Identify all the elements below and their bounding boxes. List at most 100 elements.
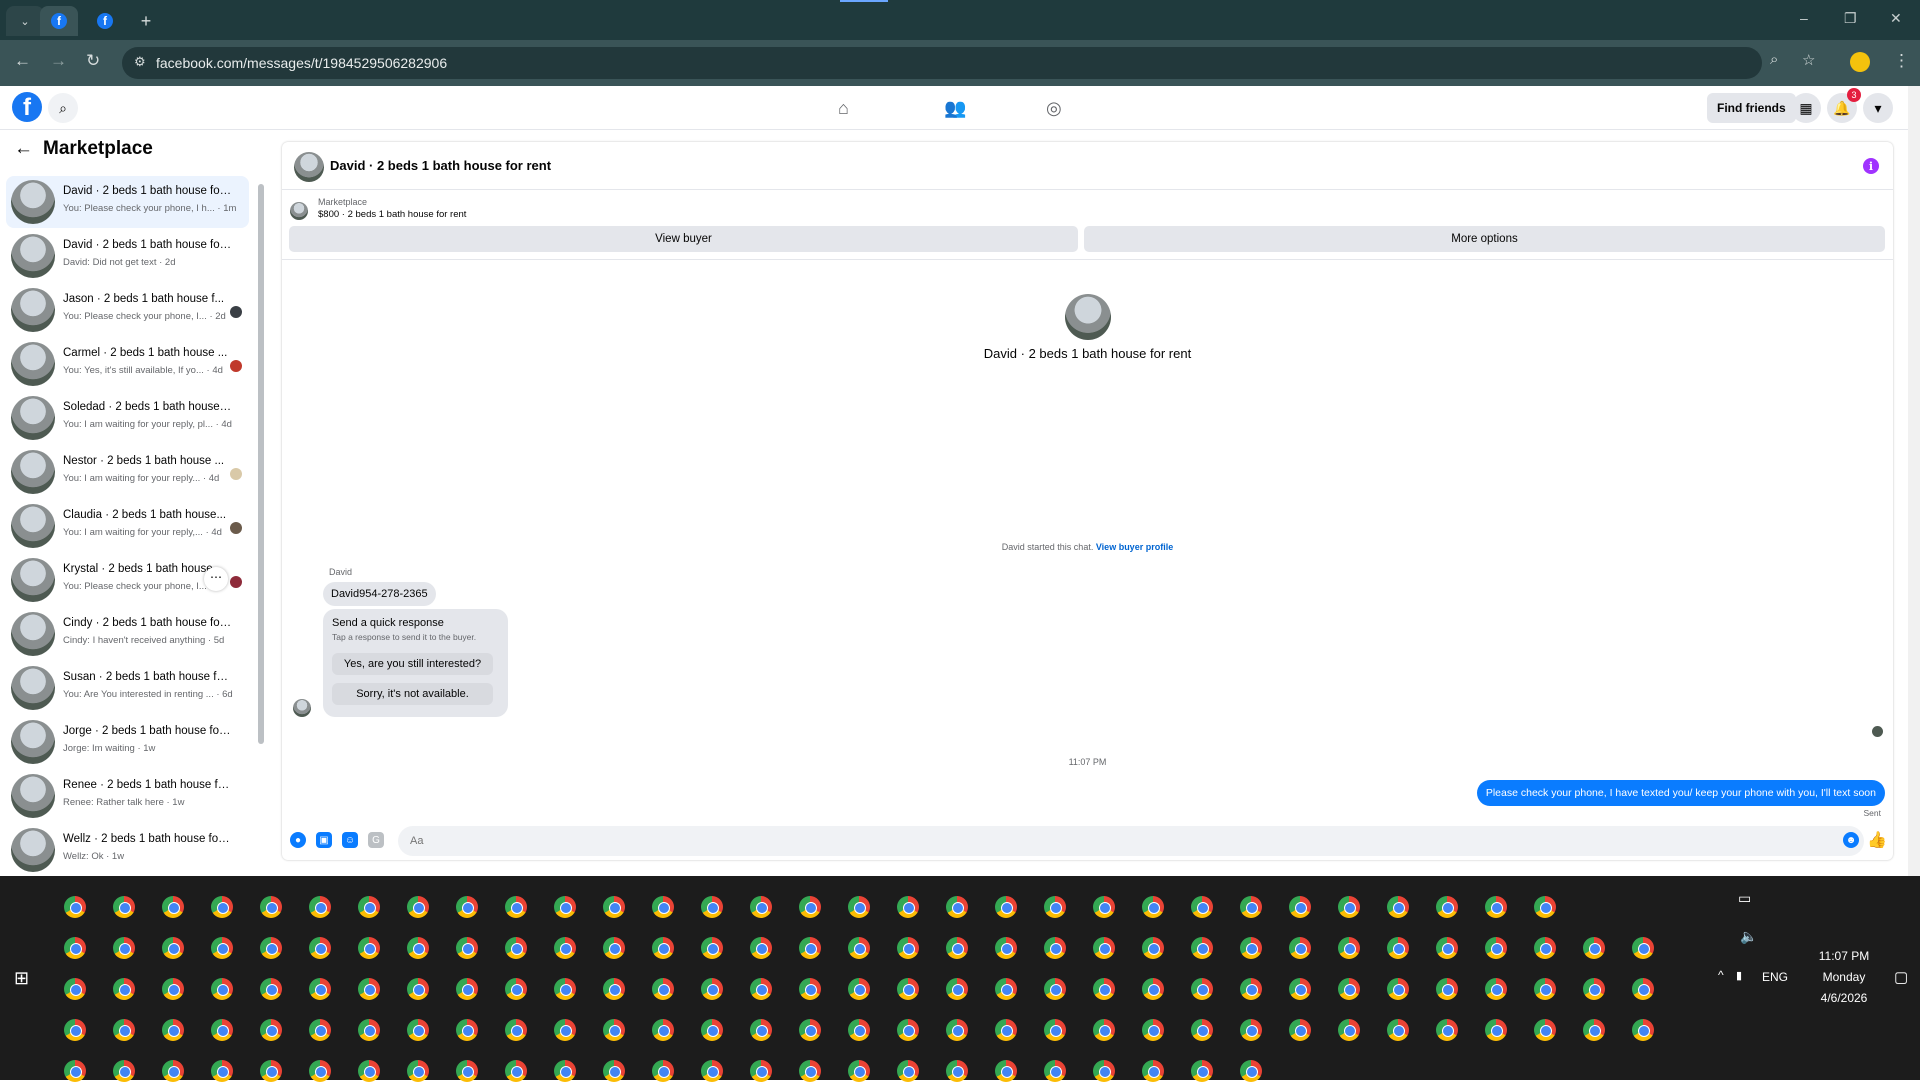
chrome-taskbar-icon[interactable]	[309, 1019, 331, 1041]
info-icon[interactable]: i	[1863, 158, 1879, 174]
chrome-taskbar-icon[interactable]	[848, 896, 870, 918]
chrome-taskbar-icon[interactable]	[1583, 937, 1605, 959]
chrome-taskbar-icon[interactable]	[1534, 896, 1556, 918]
groups-icon[interactable]: ◎	[1046, 98, 1062, 119]
quick-response-not-available-button[interactable]: Sorry, it's not available.	[332, 683, 493, 705]
find-friends-button[interactable]: Find friends	[1707, 93, 1796, 123]
chrome-taskbar-icon[interactable]	[897, 1060, 919, 1082]
chrome-taskbar-icon[interactable]	[554, 1019, 576, 1041]
chrome-taskbar-icon[interactable]	[603, 978, 625, 1000]
back-icon[interactable]: ←	[14, 51, 31, 71]
chrome-taskbar-icon[interactable]	[652, 1019, 674, 1041]
chrome-taskbar-icon[interactable]	[1240, 937, 1262, 959]
conversation-item[interactable]: Nestor · 2 beds 1 bath house ... You: I a…	[6, 446, 249, 498]
chrome-taskbar-icon[interactable]	[456, 937, 478, 959]
chrome-taskbar-icon[interactable]	[1093, 896, 1115, 918]
chrome-taskbar-icon[interactable]	[995, 978, 1017, 1000]
chrome-taskbar-icon[interactable]	[505, 1060, 527, 1082]
chrome-taskbar-icon[interactable]	[211, 937, 233, 959]
chrome-taskbar-icon[interactable]	[1436, 896, 1458, 918]
chrome-taskbar-icon[interactable]	[1387, 978, 1409, 1000]
chrome-taskbar-icon[interactable]	[456, 1019, 478, 1041]
chrome-taskbar-icon[interactable]	[211, 1019, 233, 1041]
chrome-taskbar-icon[interactable]	[701, 896, 723, 918]
chrome-taskbar-icon[interactable]	[848, 937, 870, 959]
site-info-icon[interactable]: ⚙	[134, 54, 146, 70]
chrome-taskbar-icon[interactable]	[358, 1019, 380, 1041]
chrome-taskbar-icon[interactable]	[407, 978, 429, 1000]
chrome-taskbar-icon[interactable]	[113, 978, 135, 1000]
chrome-taskbar-icon[interactable]	[505, 1019, 527, 1041]
tab-facebook[interactable]: f	[86, 6, 124, 36]
search-button[interactable]: ⌕	[48, 93, 78, 123]
chrome-taskbar-icon[interactable]	[554, 937, 576, 959]
chrome-taskbar-icon[interactable]	[260, 896, 282, 918]
chrome-taskbar-icon[interactable]	[505, 937, 527, 959]
notification-center-icon[interactable]: ▢	[1894, 968, 1908, 986]
chrome-taskbar-icon[interactable]	[309, 1060, 331, 1082]
chrome-taskbar-icon[interactable]	[1632, 1019, 1654, 1041]
chrome-taskbar-icon[interactable]	[799, 1019, 821, 1041]
sidebar-scroll-thumb[interactable]	[258, 184, 264, 744]
gif-icon[interactable]: G	[368, 832, 384, 848]
chrome-taskbar-icon[interactable]	[848, 978, 870, 1000]
chrome-taskbar-icon[interactable]	[1289, 937, 1311, 959]
chrome-taskbar-icon[interactable]	[652, 978, 674, 1000]
conversation-item[interactable]: Jason · 2 beds 1 bath house f... You: Ple…	[6, 284, 249, 336]
chrome-taskbar-icon[interactable]	[799, 978, 821, 1000]
chrome-taskbar-icon[interactable]	[64, 937, 86, 959]
chrome-taskbar-icon[interactable]	[995, 1019, 1017, 1041]
profile-avatar[interactable]	[1850, 52, 1870, 72]
chrome-taskbar-icon[interactable]	[1142, 1060, 1164, 1082]
chrome-taskbar-icon[interactable]	[162, 978, 184, 1000]
chrome-taskbar-icon[interactable]	[113, 1060, 135, 1082]
minimize-button[interactable]: –	[1800, 10, 1808, 26]
chrome-taskbar-icon[interactable]	[1093, 1060, 1115, 1082]
chrome-taskbar-icon[interactable]	[260, 978, 282, 1000]
chrome-taskbar-icon[interactable]	[1191, 937, 1213, 959]
chrome-taskbar-icon[interactable]	[407, 1019, 429, 1041]
clock-time[interactable]: 11:07 PM	[1804, 949, 1884, 963]
chrome-taskbar-icon[interactable]	[64, 1019, 86, 1041]
chrome-taskbar-icon[interactable]	[1142, 937, 1164, 959]
chrome-taskbar-icon[interactable]	[995, 1060, 1017, 1082]
reload-icon[interactable]: ↻	[86, 51, 100, 71]
chrome-taskbar-icon[interactable]	[358, 1060, 380, 1082]
chrome-taskbar-icon[interactable]	[113, 937, 135, 959]
home-icon[interactable]: ⌂	[838, 98, 849, 119]
chrome-taskbar-icon[interactable]	[358, 896, 380, 918]
chrome-taskbar-icon[interactable]	[1338, 937, 1360, 959]
chrome-taskbar-icon[interactable]	[750, 937, 772, 959]
chrome-taskbar-icon[interactable]	[1387, 896, 1409, 918]
chrome-taskbar-icon[interactable]	[358, 978, 380, 1000]
conversation-item[interactable]: Cindy · 2 beds 1 bath house for ... Cindy…	[6, 608, 249, 660]
chrome-taskbar-icon[interactable]	[1534, 1019, 1556, 1041]
chrome-taskbar-icon[interactable]	[554, 896, 576, 918]
chrome-taskbar-icon[interactable]	[113, 896, 135, 918]
chrome-taskbar-icon[interactable]	[456, 1060, 478, 1082]
chrome-taskbar-icon[interactable]	[211, 896, 233, 918]
chrome-taskbar-icon[interactable]	[1485, 896, 1507, 918]
chrome-taskbar-icon[interactable]	[1436, 1019, 1458, 1041]
conversation-item[interactable]: Jorge · 2 beds 1 bath house for ... Jorge…	[6, 716, 249, 768]
chrome-taskbar-icon[interactable]	[1338, 1019, 1360, 1041]
chrome-taskbar-icon[interactable]	[1142, 896, 1164, 918]
conversation-item[interactable]: Claudia · 2 beds 1 bath house... You: I a…	[6, 500, 249, 552]
view-buyer-profile-link[interactable]: View buyer profile	[1096, 542, 1173, 552]
menu-kebab-icon[interactable]: ⋮	[1893, 51, 1910, 71]
chrome-taskbar-icon[interactable]	[603, 937, 625, 959]
sticker-icon[interactable]: ☺	[342, 832, 358, 848]
chrome-taskbar-icon[interactable]	[1191, 1019, 1213, 1041]
chrome-taskbar-icon[interactable]	[64, 896, 86, 918]
chrome-taskbar-icon[interactable]	[897, 1019, 919, 1041]
chrome-taskbar-icon[interactable]	[946, 978, 968, 1000]
chrome-taskbar-icon[interactable]	[211, 1060, 233, 1082]
chrome-taskbar-icon[interactable]	[407, 896, 429, 918]
profile-avatar[interactable]	[1065, 294, 1111, 340]
chrome-taskbar-icon[interactable]	[260, 937, 282, 959]
chrome-taskbar-icon[interactable]	[750, 1060, 772, 1082]
chrome-taskbar-icon[interactable]	[1093, 1019, 1115, 1041]
thumbs-up-icon[interactable]: 👍	[1867, 832, 1887, 849]
microphone-icon[interactable]: ●	[290, 832, 306, 848]
quick-response-interested-button[interactable]: Yes, are you still interested?	[332, 653, 493, 675]
